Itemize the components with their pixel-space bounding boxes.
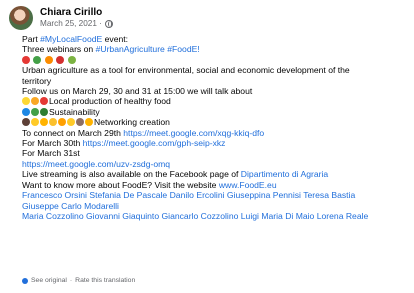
- person-icon: [85, 118, 93, 127]
- post-body: Part #MyLocalFoodE event: Three webinars…: [22, 34, 408, 221]
- recycle-icon: [40, 107, 48, 116]
- line-local-production: Local production of healthy food: [22, 96, 408, 106]
- person-icon: [58, 118, 66, 127]
- line-connect-29: To connect on March 29th https://meet.go…: [22, 128, 408, 138]
- line-networking: Networking creation: [22, 117, 408, 127]
- plant-icon: [67, 55, 76, 64]
- see-original-link[interactable]: See original: [31, 277, 67, 284]
- hashtag-mylocalfoode[interactable]: #MyLocalFoodE: [40, 34, 102, 44]
- earth-icon: [22, 107, 30, 116]
- avatar[interactable]: [9, 6, 33, 30]
- facebook-post: Chiara Cirillo March 25, 2021 · Part #My…: [0, 0, 414, 293]
- text: To connect on March 29th: [22, 127, 124, 138]
- line-event: Part #MyLocalFoodE event:: [22, 34, 408, 44]
- post-header: Chiara Cirillo March 25, 2021 ·: [9, 5, 113, 31]
- globe-icon: [104, 19, 113, 28]
- text: Want to know more about FoodE? Visit the…: [22, 179, 219, 190]
- text: Sustainability: [49, 106, 100, 117]
- rate-translation-link[interactable]: Rate this translation: [75, 277, 135, 284]
- corn-icon: [31, 97, 39, 106]
- text: Three webinars on: [22, 44, 96, 55]
- person-icon: [40, 118, 48, 127]
- leaf-icon: [31, 107, 39, 116]
- text: For March 30th: [22, 138, 83, 149]
- date-row: March 25, 2021 ·: [40, 18, 113, 29]
- person-icon: [67, 118, 75, 127]
- line-urban-agriculture: Urban agriculture as a tool for environm…: [22, 65, 350, 76]
- page-link-dipartimento[interactable]: Dipartimento di Agraria: [241, 169, 328, 179]
- post-meta: Chiara Cirillo March 25, 2021 ·: [40, 7, 113, 29]
- emoji-row: [22, 55, 408, 65]
- lemon-icon: [22, 97, 30, 106]
- mentions-row-2[interactable]: Giuseppe Carlo Modarelli: [22, 201, 408, 211]
- line-live-streaming: Live streaming is also available on the …: [22, 169, 408, 179]
- line-webinars: Three webinars on #UrbanAgriculture #Foo…: [22, 44, 408, 54]
- meet-link-30[interactable]: https://meet.google.com/gph-seip-xkz: [83, 138, 226, 148]
- separator: ·: [69, 277, 73, 284]
- carrot-icon: [44, 55, 53, 64]
- line-website: Want to know more about FoodE? Visit the…: [22, 180, 408, 190]
- person-icon: [22, 118, 30, 127]
- website-link[interactable]: www.FoodE.eu: [219, 180, 277, 190]
- meet-link-31[interactable]: https://meet.google.com/uzv-zsdg-omq: [22, 159, 408, 169]
- apple-icon: [40, 97, 48, 106]
- text: Local production of healthy food: [49, 96, 171, 107]
- line-connect-31: For March 31st: [22, 148, 80, 159]
- line-territory: territory: [22, 75, 52, 86]
- translate-icon: [22, 277, 28, 284]
- hashtags-urbanagriculture-foode[interactable]: #UrbanAgriculture #FoodE!: [96, 44, 200, 54]
- text: event:: [102, 34, 129, 44]
- line-follow-us: Follow us on March 29, 30 and 31 at 15:0…: [22, 86, 253, 97]
- author-name[interactable]: Chiara Cirillo: [40, 7, 113, 18]
- text: Live streaming is also available on the …: [22, 169, 241, 180]
- post-date[interactable]: March 25, 2021 ·: [40, 18, 102, 29]
- translation-footer: See original · Rate this translation: [22, 277, 135, 284]
- person-icon: [31, 118, 39, 127]
- mentions-row-3[interactable]: Maria Cozzolino Giovanni Giaquinto Gianc…: [22, 211, 408, 221]
- line-sustainability: Sustainability: [22, 107, 408, 117]
- mentions-row-1[interactable]: Francesco Orsini Stefania De Pascale Dan…: [22, 190, 408, 200]
- person-icon: [76, 118, 84, 127]
- meet-link-29[interactable]: https://meet.google.com/xqg-kkiq-dfo: [123, 128, 264, 138]
- text: Networking creation: [94, 117, 170, 128]
- chili-icon: [56, 55, 65, 64]
- person-icon: [49, 118, 57, 127]
- tomato-icon: [22, 55, 30, 64]
- pepper-icon: [33, 55, 42, 64]
- line-connect-30: For March 30th https://meet.google.com/g…: [22, 138, 408, 148]
- text: Part: [22, 34, 41, 44]
